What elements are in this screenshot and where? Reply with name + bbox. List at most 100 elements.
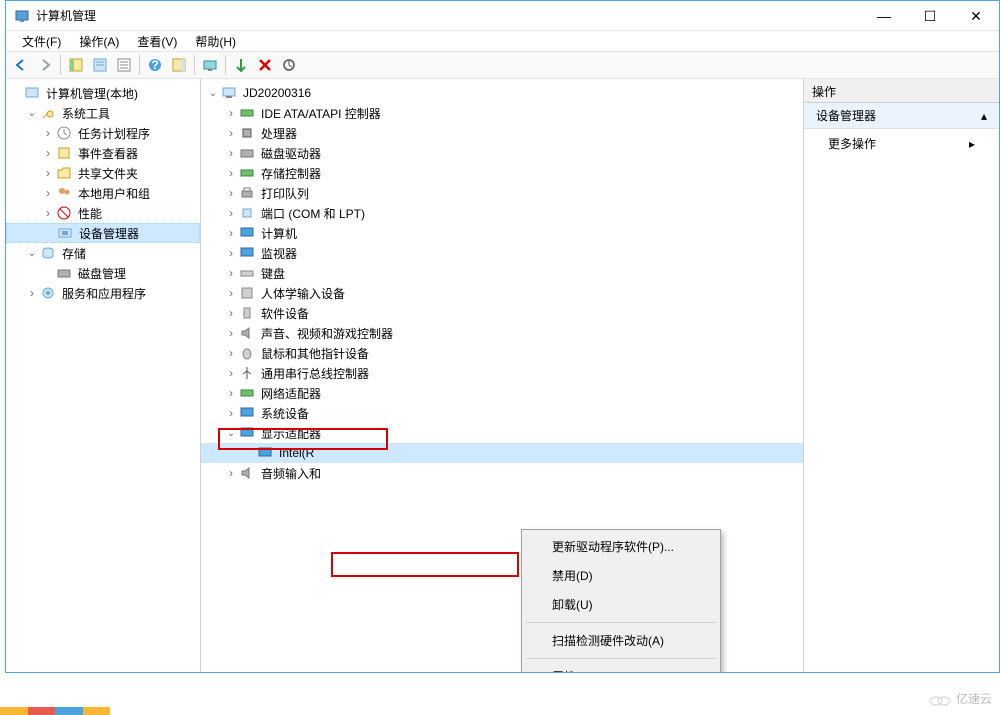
computer-icon: [221, 85, 237, 101]
window-title: 计算机管理: [36, 7, 861, 24]
device-keyboards[interactable]: 键盘: [201, 263, 803, 283]
gpu-icon: [257, 445, 273, 461]
device-intel-gpu[interactable]: Intel(R: [201, 443, 803, 463]
context-menu: 更新驱动程序软件(P)... 禁用(D) 卸载(U) 扫描检测硬件改动(A) 属…: [521, 529, 721, 672]
usb-icon: [239, 365, 255, 381]
scan-hardware-button[interactable]: [198, 53, 222, 77]
software-icon: [239, 305, 255, 321]
device-manager-icon: [57, 225, 73, 241]
cm-properties[interactable]: 属性(R): [524, 662, 718, 672]
device-print-queues[interactable]: 打印队列: [201, 183, 803, 203]
cm-scan[interactable]: 扫描检测硬件改动(A): [524, 626, 718, 655]
minimize-button[interactable]: —: [861, 1, 907, 31]
device-processors[interactable]: 处理器: [201, 123, 803, 143]
tree-disk-management[interactable]: 磁盘管理: [6, 263, 200, 283]
disk-icon: [56, 265, 72, 281]
device-mice[interactable]: 鼠标和其他指针设备: [201, 343, 803, 363]
device-hid[interactable]: 人体学输入设备: [201, 283, 803, 303]
services-icon: [40, 285, 56, 301]
device-ports[interactable]: 端口 (COM 和 LPT): [201, 203, 803, 223]
sound-icon: [239, 325, 255, 341]
collapse-icon: ▴: [981, 109, 987, 123]
tree-device-manager[interactable]: 设备管理器: [6, 223, 200, 243]
device-usb[interactable]: 通用串行总线控制器: [201, 363, 803, 383]
app-icon: [14, 8, 30, 24]
menu-view[interactable]: 查看(V): [129, 31, 185, 52]
tree-storage[interactable]: 存储: [6, 243, 200, 263]
storage-controller-icon: [239, 165, 255, 181]
device-monitors[interactable]: 监视器: [201, 243, 803, 263]
cm-disable[interactable]: 禁用(D): [524, 561, 718, 590]
computer-management-icon: [24, 85, 40, 101]
disable-button[interactable]: [253, 53, 277, 77]
actions-pane: 操作 设备管理器 ▴ 更多操作 ▸: [804, 79, 999, 672]
hid-icon: [239, 285, 255, 301]
event-icon: [56, 145, 72, 161]
display-adapter-icon: [239, 425, 255, 441]
tree-shared-folders[interactable]: 共享文件夹: [6, 163, 200, 183]
watermark: 亿速云: [928, 690, 992, 707]
show-hide-tree-button[interactable]: [64, 53, 88, 77]
monitor-icon: [239, 245, 255, 261]
device-ide[interactable]: IDE ATA/ATAPI 控制器: [201, 103, 803, 123]
taskbar-hint: [0, 707, 110, 715]
device-storage-controllers[interactable]: 存储控制器: [201, 163, 803, 183]
enable-button[interactable]: [229, 53, 253, 77]
device-tree-pane[interactable]: JD20200316 IDE ATA/ATAPI 控制器 处理器 磁盘驱动器 存…: [201, 79, 804, 672]
device-root[interactable]: JD20200316: [201, 83, 803, 103]
users-icon: [56, 185, 72, 201]
menubar: 文件(F) 操作(A) 查看(V) 帮助(H): [6, 31, 999, 51]
device-computers[interactable]: 计算机: [201, 223, 803, 243]
help-button[interactable]: ?: [143, 53, 167, 77]
device-audio-io[interactable]: 音频输入和: [201, 463, 803, 483]
close-button[interactable]: ✕: [953, 1, 999, 31]
cpu-icon: [239, 125, 255, 141]
console-tree[interactable]: 计算机管理(本地) 系统工具 任务计划程序 事件查看器: [6, 79, 201, 672]
device-sound[interactable]: 声音、视频和游戏控制器: [201, 323, 803, 343]
performance-icon: [56, 205, 72, 221]
device-software[interactable]: 软件设备: [201, 303, 803, 323]
network-icon: [239, 385, 255, 401]
menu-help[interactable]: 帮助(H): [187, 31, 244, 52]
chevron-right-icon: ▸: [969, 137, 975, 151]
system-device-icon: [239, 405, 255, 421]
device-display-adapters[interactable]: 显示适配器: [201, 423, 803, 443]
svg-text:?: ?: [151, 58, 158, 72]
forward-button[interactable]: [33, 53, 57, 77]
tree-local-users[interactable]: 本地用户和组: [6, 183, 200, 203]
printer-icon: [239, 185, 255, 201]
action-more[interactable]: 更多操作 ▸: [804, 129, 999, 158]
maximize-button[interactable]: ☐: [907, 1, 953, 31]
titlebar: 计算机管理 — ☐ ✕: [6, 1, 999, 31]
storage-icon: [40, 245, 56, 261]
tree-event-viewer[interactable]: 事件查看器: [6, 143, 200, 163]
back-button[interactable]: [9, 53, 33, 77]
audio-icon: [239, 465, 255, 481]
tools-icon: [40, 105, 56, 121]
monitor-icon: [239, 225, 255, 241]
toolbar: ?: [6, 51, 999, 79]
keyboard-icon: [239, 265, 255, 281]
device-system[interactable]: 系统设备: [201, 403, 803, 423]
export-list-button[interactable]: [112, 53, 136, 77]
port-icon: [239, 205, 255, 221]
ide-icon: [239, 105, 255, 121]
cm-uninstall[interactable]: 卸载(U): [524, 590, 718, 619]
tree-services-apps[interactable]: 服务和应用程序: [6, 283, 200, 303]
properties-button[interactable]: [88, 53, 112, 77]
tree-performance[interactable]: 性能: [6, 203, 200, 223]
device-network[interactable]: 网络适配器: [201, 383, 803, 403]
menu-file[interactable]: 文件(F): [14, 31, 69, 52]
tree-task-scheduler[interactable]: 任务计划程序: [6, 123, 200, 143]
tree-root[interactable]: 计算机管理(本地): [6, 83, 200, 103]
disk-drive-icon: [239, 145, 255, 161]
device-disk-drives[interactable]: 磁盘驱动器: [201, 143, 803, 163]
menu-action[interactable]: 操作(A): [71, 31, 127, 52]
tree-system-tools[interactable]: 系统工具: [6, 103, 200, 123]
actions-header: 操作: [804, 79, 999, 103]
actions-section[interactable]: 设备管理器 ▴: [804, 103, 999, 129]
action-pane-button[interactable]: [167, 53, 191, 77]
update-driver-button[interactable]: [277, 53, 301, 77]
mouse-icon: [239, 345, 255, 361]
cm-update-driver[interactable]: 更新驱动程序软件(P)...: [524, 532, 718, 561]
